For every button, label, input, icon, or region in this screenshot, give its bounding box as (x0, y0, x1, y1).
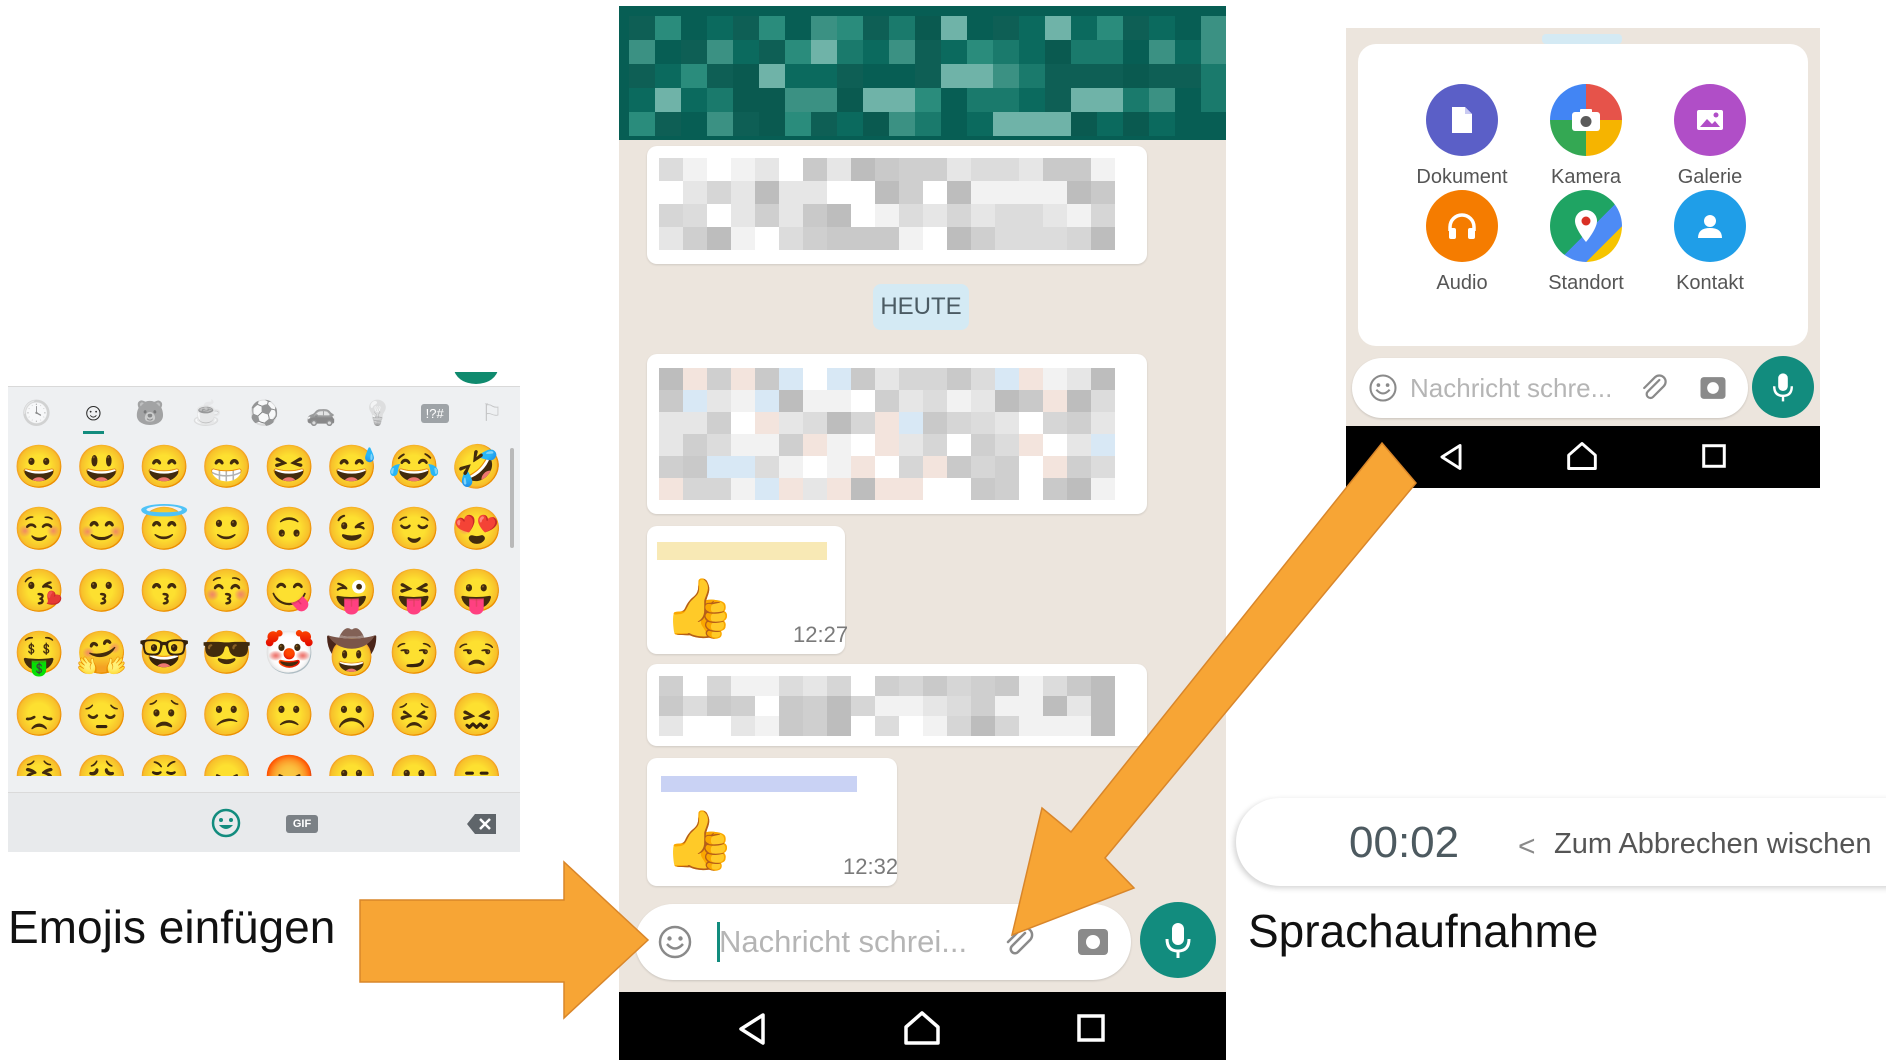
arrow-to-voice-button (1010, 441, 1417, 937)
callout-voice: Sprachaufnahme (1248, 905, 1599, 957)
callout-emoji: Emojis einfügen (8, 901, 336, 953)
arrow-to-emoji-button (359, 860, 650, 1020)
